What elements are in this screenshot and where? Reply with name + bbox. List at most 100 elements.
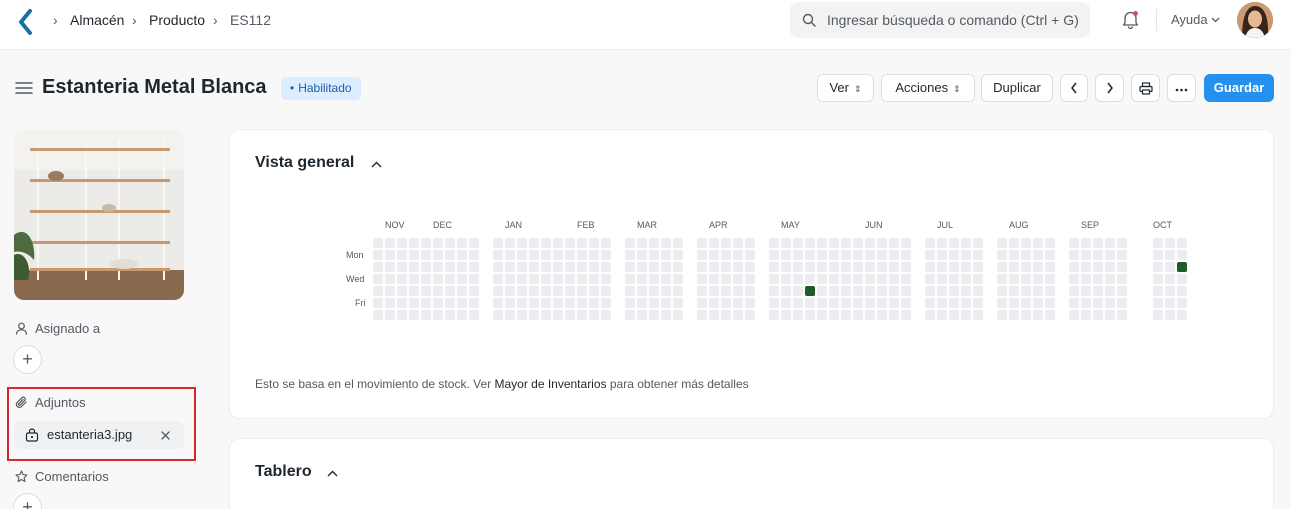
- heatmap-cell: [865, 298, 875, 308]
- breadcrumb-current[interactable]: ES112: [230, 12, 271, 28]
- heatmap-cell: [661, 262, 671, 272]
- heatmap-cell: [409, 274, 419, 284]
- heatmap-cell: [901, 286, 911, 296]
- heatmap-cell: [865, 310, 875, 320]
- heatmap-cell: [865, 250, 875, 260]
- file-lock-icon: [25, 428, 39, 442]
- overview-card: Vista general Mon Wed Fri NOV DEC JAN FEB MA…: [229, 129, 1274, 419]
- heatmap-cell: [661, 298, 671, 308]
- next-record-button[interactable]: [1095, 74, 1124, 102]
- heatmap-cell: [421, 250, 431, 260]
- print-button[interactable]: [1131, 74, 1160, 102]
- heatmap-cell: [565, 250, 575, 260]
- heatmap-cell: [397, 286, 407, 296]
- heatmap-cell: [1093, 310, 1103, 320]
- heatmap-cell: [973, 286, 983, 296]
- heatmap-cell: [937, 310, 947, 320]
- sort-icon: ⇕: [953, 83, 961, 94]
- heatmap-cell: [565, 310, 575, 320]
- heatmap-cell: [1081, 262, 1091, 272]
- heatmap-cell: [409, 298, 419, 308]
- heatmap-cell: [505, 250, 515, 260]
- add-assignee-button[interactable]: +: [13, 345, 42, 374]
- attachment-filename[interactable]: estanteria3.jpg: [47, 427, 132, 442]
- footnote-text-end: para obtener más detalles: [606, 377, 749, 391]
- heatmap-cell: [637, 298, 647, 308]
- heatmap-cell: [385, 238, 395, 248]
- heatmap-cell: [1177, 238, 1187, 248]
- actions-menu-button[interactable]: Acciones ⇕: [881, 74, 975, 102]
- heatmap-cell: [1009, 274, 1019, 284]
- heatmap-cell: [901, 274, 911, 284]
- chevron-right-icon: [1106, 82, 1113, 94]
- close-icon[interactable]: [161, 431, 170, 440]
- heatmap-cell: [409, 238, 419, 248]
- heatmap-cell: [925, 262, 935, 272]
- heatmap-cell: [673, 286, 683, 296]
- stock-ledger-link[interactable]: Mayor de Inventarios: [494, 377, 606, 391]
- product-image[interactable]: [14, 130, 184, 300]
- breadcrumb-almacen[interactable]: Almacén: [70, 12, 124, 28]
- heatmap-cell: [829, 250, 839, 260]
- more-options-button[interactable]: [1167, 74, 1196, 102]
- heatmap-cell: [1165, 298, 1175, 308]
- dashboard-card: Tablero: [229, 438, 1274, 509]
- chevron-up-icon[interactable]: [371, 161, 382, 168]
- month-label: NOV: [385, 220, 405, 230]
- heatmap-cell: [901, 310, 911, 320]
- heatmap-cell: [505, 238, 515, 248]
- attachment-item[interactable]: estanteria3.jpg: [14, 421, 184, 449]
- heatmap-cell: [565, 238, 575, 248]
- heatmap-cell: [1177, 262, 1187, 272]
- heatmap-cell: [769, 274, 779, 284]
- heatmap-cell: [709, 262, 719, 272]
- heatmap-cell: [721, 298, 731, 308]
- heatmap-cell: [1009, 238, 1019, 248]
- heatmap-cell: [1033, 274, 1043, 284]
- heatmap-cell: [721, 310, 731, 320]
- heatmap-cell: [673, 298, 683, 308]
- heatmap-cell: [973, 250, 983, 260]
- heatmap-cell: [853, 238, 863, 248]
- heatmap-cell: [1009, 262, 1019, 272]
- heatmap-cell: [1177, 298, 1187, 308]
- paperclip-icon: [15, 396, 27, 408]
- heatmap-cell: [721, 238, 731, 248]
- sidebar-toggle-icon[interactable]: [15, 81, 33, 95]
- heatmap-cell: [721, 286, 731, 296]
- heatmap-cell: [841, 262, 851, 272]
- view-menu-button[interactable]: Ver ⇕: [817, 74, 874, 102]
- heatmap-cell: [865, 238, 875, 248]
- heatmap-cell: [661, 286, 671, 296]
- heatmap-cell: [661, 238, 671, 248]
- heatmap-cell: [469, 298, 479, 308]
- breadcrumb-producto[interactable]: Producto: [149, 12, 205, 28]
- save-button[interactable]: Guardar: [1204, 74, 1274, 102]
- heatmap-cell: [697, 250, 707, 260]
- search-bar[interactable]: Ingresar búsqueda o comando (Ctrl + G): [790, 2, 1090, 38]
- help-menu[interactable]: Ayuda: [1171, 12, 1208, 27]
- user-avatar[interactable]: [1237, 2, 1273, 38]
- heatmap-cell: [1105, 274, 1115, 284]
- heatmap-cell: [493, 310, 503, 320]
- heatmap-cell: [1153, 286, 1163, 296]
- heatmap-cell: [1045, 250, 1055, 260]
- chevron-up-icon[interactable]: [327, 470, 338, 477]
- heatmap-cell: [541, 286, 551, 296]
- heatmap-cell: [1021, 238, 1031, 248]
- heatmap-cell: [1177, 274, 1187, 284]
- heatmap-cell: [673, 250, 683, 260]
- heatmap-cell: [1081, 310, 1091, 320]
- heatmap-cell: [697, 274, 707, 284]
- duplicate-button[interactable]: Duplicar: [981, 74, 1053, 102]
- heatmap-cell: [1033, 298, 1043, 308]
- app-logo-icon[interactable]: [17, 9, 35, 35]
- heatmap-cell: [925, 238, 935, 248]
- heatmap-cell: [1093, 274, 1103, 284]
- heatmap-cell: [1165, 286, 1175, 296]
- heatmap-cell: [733, 250, 743, 260]
- previous-record-button[interactable]: [1060, 74, 1088, 102]
- heatmap-cell: [673, 274, 683, 284]
- add-comment-button[interactable]: +: [13, 493, 42, 509]
- heatmap-cell: [721, 262, 731, 272]
